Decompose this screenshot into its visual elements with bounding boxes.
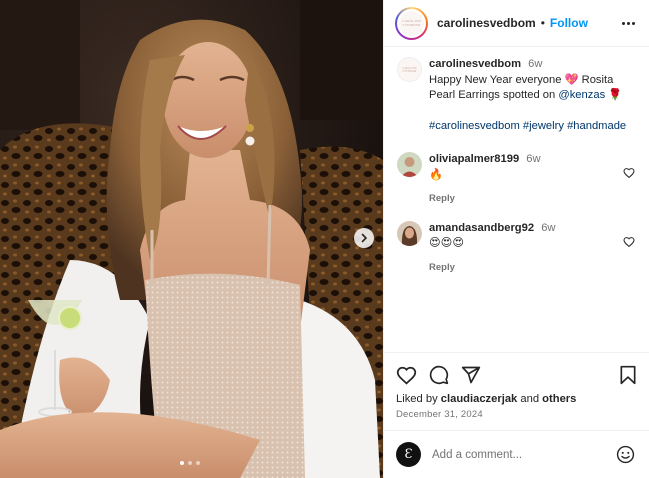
chevron-right-icon: [361, 233, 368, 243]
likes-summary: Liked by claudiaczerjak and others: [396, 393, 577, 405]
post-date[interactable]: December 31, 2024: [396, 409, 637, 420]
comments-list: CAROLINE SVEDBOM carolinesvedbom 6w Happ…: [384, 47, 649, 275]
comment-icon[interactable]: [429, 365, 449, 385]
instagram-post: CAROLINE SVEDBOM carolinesvedbom • Follo…: [0, 0, 649, 478]
comment-time[interactable]: 6w: [526, 153, 540, 165]
hashtag-link[interactable]: #handmade: [567, 120, 626, 132]
more-options-icon[interactable]: [622, 21, 635, 25]
like-comment-heart-icon[interactable]: [623, 167, 635, 179]
carousel-dot: [196, 461, 200, 465]
hashtag-link[interactable]: #jewelry: [523, 120, 564, 132]
separator-dot: •: [540, 16, 545, 30]
carousel-indicator: [180, 461, 200, 465]
heart-icon[interactable]: [396, 365, 417, 386]
liked-by-user-link[interactable]: claudiaczerjak: [441, 393, 518, 405]
author-avatar[interactable]: CAROLINE SVEDBOM: [395, 6, 428, 40]
brand-logo: CAROLINE SVEDBOM: [398, 58, 421, 81]
comment-username[interactable]: oliviapalmer8199: [429, 153, 519, 165]
comment-text: 🔥: [429, 168, 443, 181]
hashtag-list: #carolinesvedbom #jewelry #handmade: [429, 119, 634, 135]
share-icon[interactable]: [461, 365, 481, 385]
reply-button[interactable]: Reply: [429, 260, 556, 276]
caption-avatar[interactable]: CAROLINE SVEDBOM: [397, 57, 422, 82]
comment-input[interactable]: [432, 448, 592, 461]
commenter-avatar[interactable]: [397, 220, 422, 246]
post-header: CAROLINE SVEDBOM carolinesvedbom • Follo…: [384, 0, 649, 47]
hashtag-link[interactable]: #carolinesvedbom: [429, 120, 520, 132]
post-actions: Liked by claudiaczerjak and others Decem…: [384, 352, 649, 420]
caption-time[interactable]: 6w: [528, 58, 542, 70]
comment-time[interactable]: 6w: [541, 222, 555, 234]
bookmark-icon[interactable]: [619, 365, 637, 385]
follow-button[interactable]: Follow: [550, 16, 588, 30]
post-side-panel: CAROLINE SVEDBOM carolinesvedbom • Follo…: [383, 0, 649, 478]
post-image[interactable]: [0, 0, 383, 478]
likes-others-link[interactable]: others: [542, 393, 576, 405]
reply-button[interactable]: Reply: [429, 191, 541, 207]
comment-username[interactable]: amandasandberg92: [429, 222, 534, 234]
carousel-dot: [188, 461, 192, 465]
carousel-dot: [180, 461, 184, 465]
caption-text: Happy New Year everyone 💖 Rosita Pearl E…: [429, 73, 623, 102]
current-user-avatar[interactable]: Ɛ: [396, 442, 421, 467]
carousel-next-button[interactable]: [354, 228, 374, 248]
mention-link[interactable]: @kenzas: [558, 89, 605, 101]
comment-item: amandasandberg92 6w 😍😍😍 Reply: [397, 220, 635, 276]
add-comment-bar: Ɛ: [384, 430, 649, 478]
comment-text: 😍😍😍: [429, 237, 464, 249]
comment-item: oliviapalmer8199 6w 🔥 Reply: [397, 152, 635, 207]
caption: CAROLINE SVEDBOM carolinesvedbom 6w Happ…: [397, 57, 635, 134]
caption-username[interactable]: carolinesvedbom: [429, 58, 521, 70]
author-username[interactable]: carolinesvedbom: [437, 16, 536, 30]
photo-illustration: [0, 0, 383, 478]
brand-logo: CAROLINE SVEDBOM: [399, 10, 424, 36]
like-comment-heart-icon[interactable]: [623, 236, 635, 248]
commenter-avatar[interactable]: [397, 152, 422, 177]
emoji-icon[interactable]: [616, 445, 635, 464]
